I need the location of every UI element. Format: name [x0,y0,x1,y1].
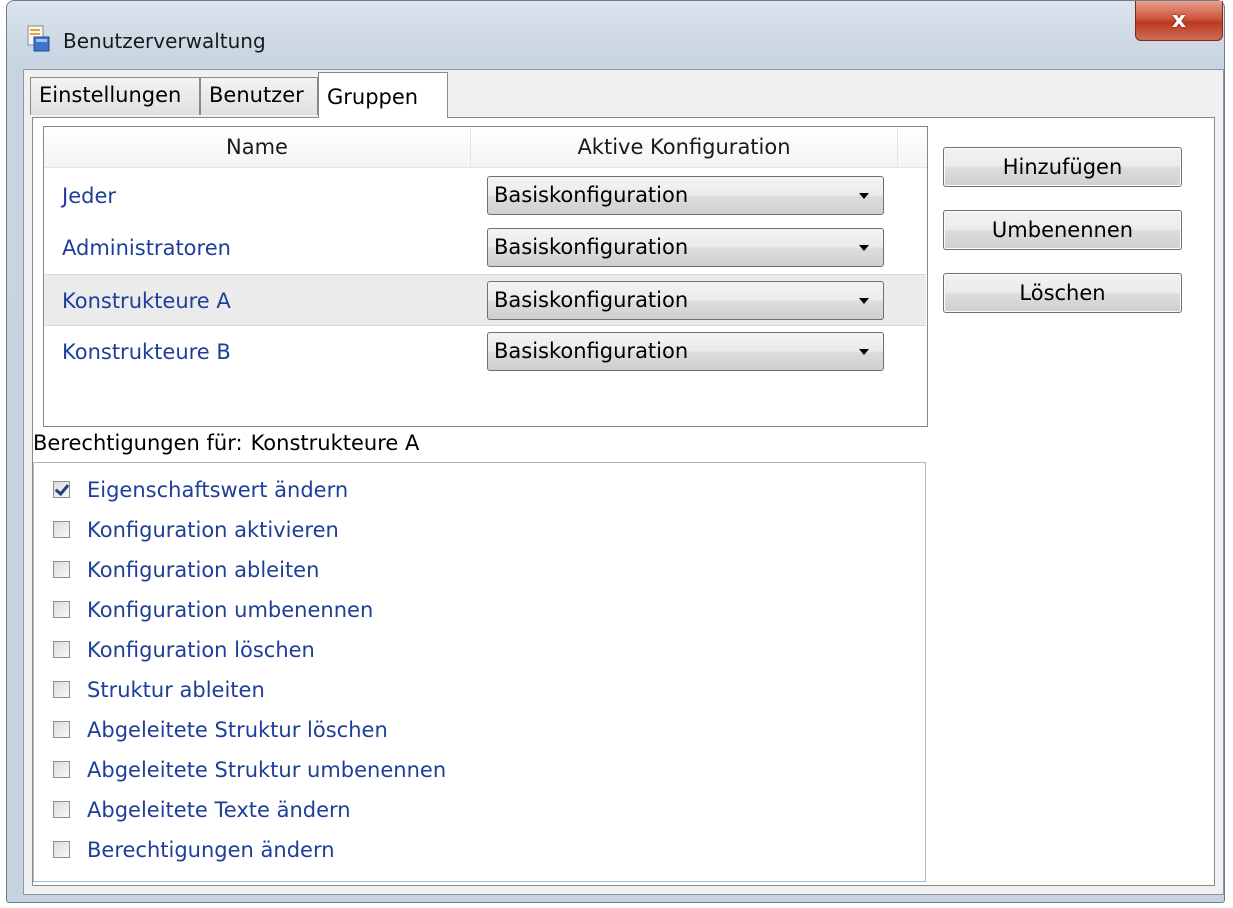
close-icon: x [1171,8,1187,33]
permission-label[interactable]: Abgeleitete Texte ändern [87,797,351,823]
checkbox[interactable] [53,521,70,538]
permission-label[interactable]: Konfiguration umbenennen [87,597,373,623]
permissions-heading: Berechtigungen für: Konstrukteure A [33,431,419,455]
close-button[interactable]: x [1135,1,1223,41]
table-row[interactable]: Jeder Basiskonfiguration [44,170,926,222]
chevron-down-icon [859,245,869,251]
config-dropdown[interactable]: Basiskonfiguration [487,228,884,267]
permissions-heading-group: Konstrukteure A [250,431,420,455]
rename-group-button[interactable]: Umbenennen [943,210,1182,250]
permission-label[interactable]: Abgeleitete Struktur umbenennen [87,757,446,783]
config-dropdown[interactable]: Basiskonfiguration [487,176,884,215]
permission-label[interactable]: Konfiguration aktivieren [87,517,339,543]
config-dropdown[interactable]: Basiskonfiguration [487,332,884,371]
column-divider[interactable] [897,127,898,167]
chevron-down-icon [859,298,869,304]
config-dropdown[interactable]: Basiskonfiguration [487,281,884,320]
permission-label[interactable]: Struktur ableiten [87,677,265,703]
window-title: Benutzerverwaltung [63,29,266,53]
checkbox[interactable] [53,721,70,738]
permissions-heading-prefix: Berechtigungen für: [33,431,243,455]
dropdown-value: Basiskonfiguration [494,235,689,259]
dialog-client-area: Einstellungen Benutzer Gruppen Name Akti… [23,69,1224,895]
table-header: Name Aktive Konfiguration [44,127,927,168]
group-name: Jeder [62,184,116,208]
permission-label[interactable]: Konfiguration löschen [87,637,315,663]
group-name: Administratoren [62,236,231,260]
checkbox[interactable] [53,761,70,778]
column-header-active-config[interactable]: Aktive Konfiguration [471,127,897,167]
group-name: Konstrukteure A [62,289,231,313]
permissions-list: Eigenschaftswert ändern Konfiguration ak… [33,462,926,882]
chevron-down-icon [859,193,869,199]
groups-tab-panel: Name Aktive Konfiguration Jeder Basiskon… [32,117,1215,886]
permission-label[interactable]: Konfiguration ableiten [87,557,319,583]
tab-benutzer[interactable]: Benutzer [200,77,318,115]
tab-einstellungen[interactable]: Einstellungen [30,77,200,115]
dropdown-value: Basiskonfiguration [494,339,689,363]
column-header-name[interactable]: Name [44,127,470,167]
checkbox[interactable] [53,561,70,578]
permission-label[interactable]: Abgeleitete Struktur löschen [87,717,388,743]
checkbox[interactable] [53,801,70,818]
delete-group-button[interactable]: Löschen [943,273,1182,313]
checkbox[interactable] [53,841,70,858]
chevron-down-icon [859,349,869,355]
dropdown-value: Basiskonfiguration [494,183,689,207]
checkbox-checked[interactable] [53,481,70,498]
checkbox[interactable] [53,601,70,618]
table-row[interactable]: Administratoren Basiskonfiguration [44,222,926,274]
add-group-button[interactable]: Hinzufügen [943,147,1182,187]
groups-table: Name Aktive Konfiguration Jeder Basiskon… [43,126,928,427]
tab-gruppen[interactable]: Gruppen [318,72,448,118]
permission-label[interactable]: Berechtigungen ändern [87,837,335,863]
group-name: Konstrukteure B [62,340,231,364]
checkbox[interactable] [53,641,70,658]
checkbox[interactable] [53,681,70,698]
user-management-app-icon [27,25,50,52]
permission-label[interactable]: Eigenschaftswert ändern [87,477,348,503]
dropdown-value: Basiskonfiguration [494,288,689,312]
table-row[interactable]: Konstrukteure B Basiskonfiguration [44,326,926,378]
table-row[interactable]: Konstrukteure A Basiskonfiguration [44,274,926,326]
dialog-window: Benutzerverwaltung x Einstellungen Benut… [6,0,1225,903]
